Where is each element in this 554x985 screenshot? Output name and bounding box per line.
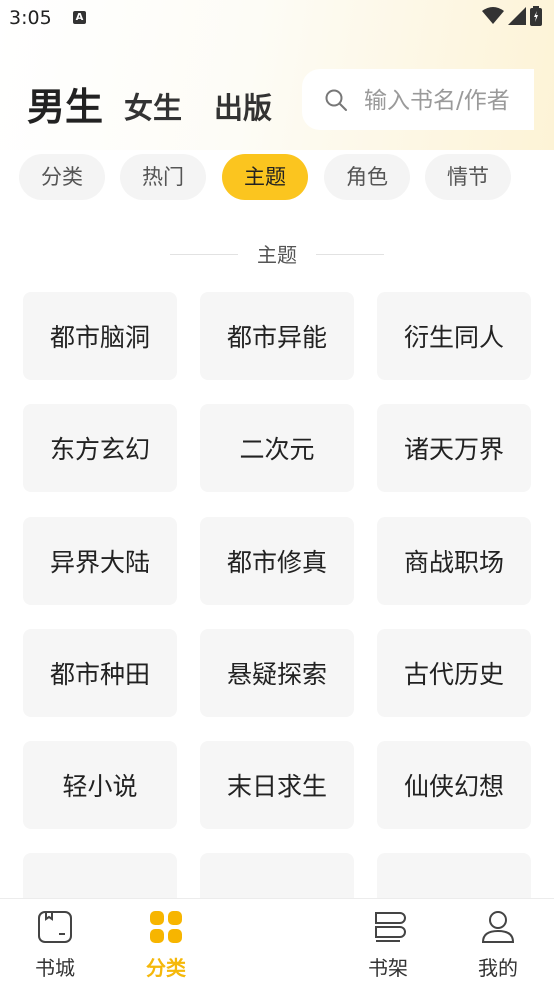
filter-chip-category[interactable]: 分类 [19,154,105,200]
wifi-icon [482,7,504,24]
nav-profile[interactable]: 我的 [458,899,538,985]
nav-profile-label: 我的 [478,956,518,980]
battery-icon [530,6,542,26]
tab-male[interactable]: 男生 [27,76,103,131]
category-item[interactable]: 商战职场 [377,517,531,605]
nav-bookshelf[interactable]: 书架 [348,899,428,985]
category-item[interactable]: 都市异能 [200,292,354,380]
category-item[interactable]: 衍生同人 [377,292,531,380]
filter-chip-theme[interactable]: 主题 [222,154,308,200]
nav-bookstore-label: 书城 [35,956,75,980]
category-item-partial[interactable] [23,853,177,898]
section-title: 主题 [257,243,297,267]
tab-publish[interactable]: 出版 [214,85,272,127]
search-icon [325,89,347,111]
category-item[interactable]: 古代历史 [377,629,531,717]
category-item[interactable]: 都市修真 [200,517,354,605]
filter-chip-character[interactable]: 角色 [324,154,410,200]
category-grid-icon [150,911,182,943]
section-divider-right [316,254,384,255]
notification-icon: A [73,11,86,24]
category-item[interactable]: 诸天万界 [377,404,531,492]
category-item[interactable]: 异界大陆 [23,517,177,605]
nav-category[interactable]: 分类 [126,899,206,985]
filter-chip-plot[interactable]: 情节 [425,154,511,200]
bookshelf-icon [375,912,406,942]
search-bar[interactable] [302,69,536,130]
category-item[interactable]: 仙侠幻想 [377,741,531,829]
category-item[interactable]: 东方玄幻 [23,404,177,492]
search-input[interactable] [362,83,536,119]
category-item-partial[interactable] [200,853,354,898]
profile-icon [481,911,515,943]
status-bar: 3:05 A [0,0,554,38]
tab-female[interactable]: 女生 [124,85,182,127]
nav-bookstore[interactable]: 书城 [15,899,95,985]
bottom-nav: 书城 分类 书架 我的 [0,898,554,985]
filter-chip-hot[interactable]: 热门 [120,154,206,200]
category-item[interactable]: 都市种田 [23,629,177,717]
category-item[interactable]: 二次元 [200,404,354,492]
category-item-partial[interactable] [377,853,531,898]
status-icons [482,6,542,26]
category-item[interactable]: 都市脑洞 [23,292,177,380]
bookstore-icon [38,911,72,943]
category-item[interactable]: 末日求生 [200,741,354,829]
category-item[interactable]: 轻小说 [23,741,177,829]
status-time: 3:05 [9,7,52,29]
nav-bookshelf-label: 书架 [368,956,408,980]
nav-category-label: 分类 [146,956,186,980]
signal-icon [508,7,526,25]
category-item[interactable]: 悬疑探索 [200,629,354,717]
